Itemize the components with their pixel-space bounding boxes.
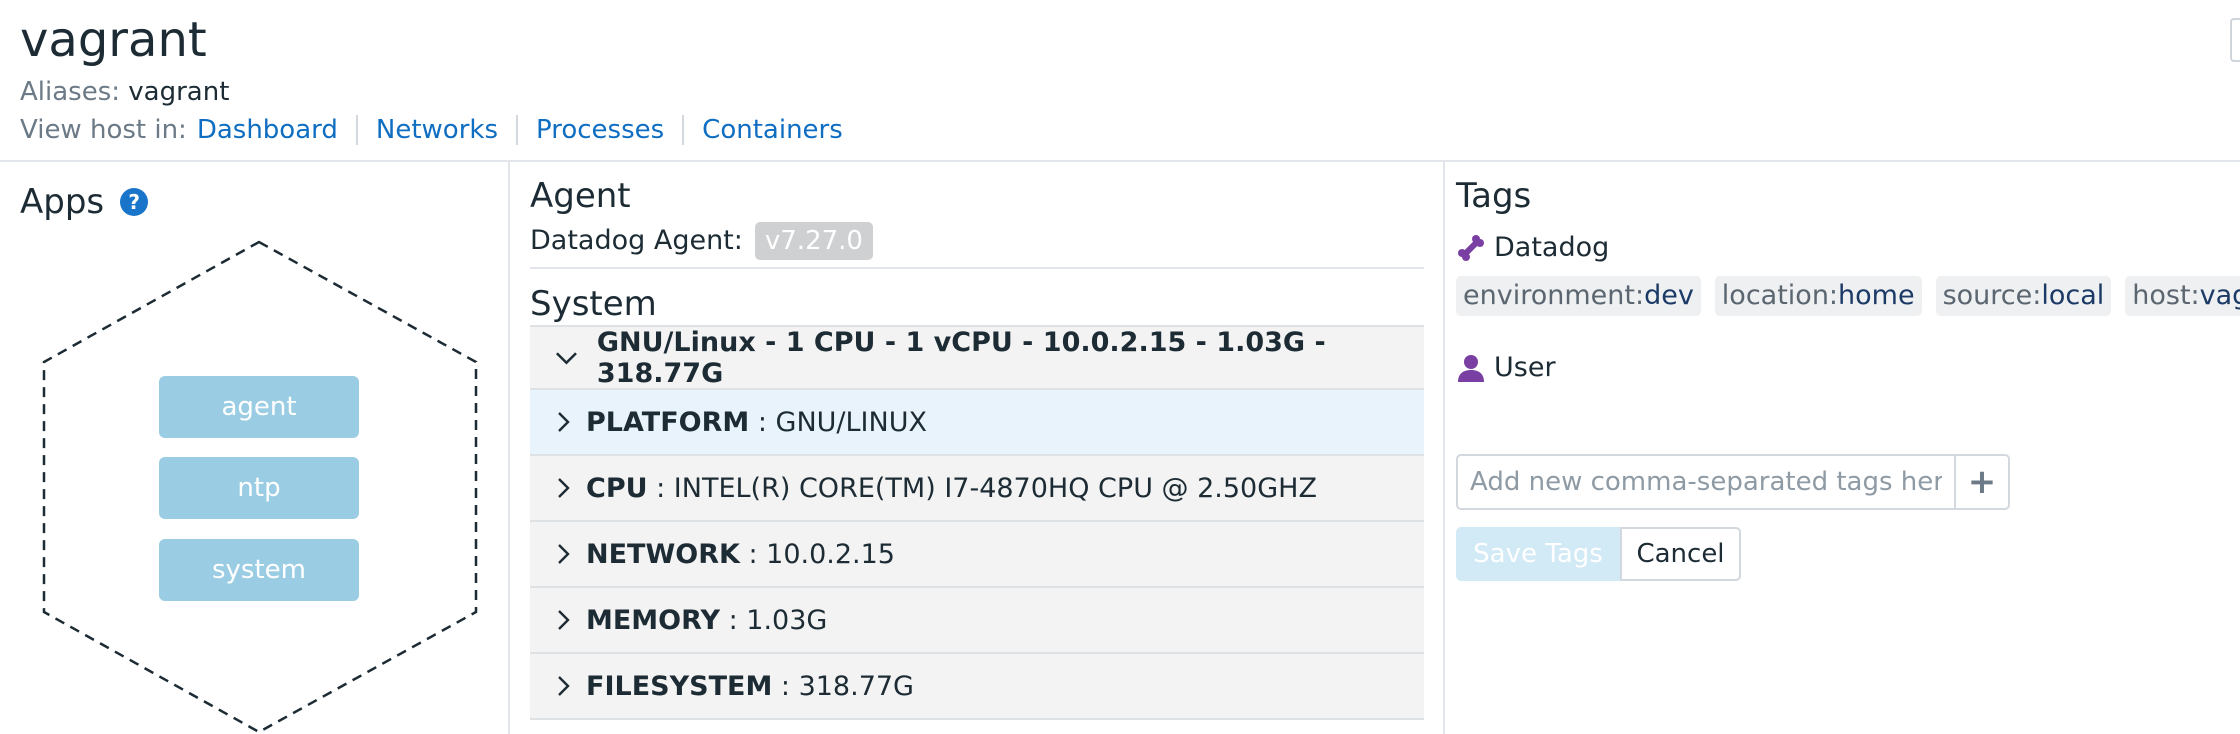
chevron-right-icon (558, 412, 570, 432)
tag-chip[interactable]: location:home (1714, 276, 1922, 316)
chevron-right-icon (558, 478, 570, 498)
system-row-value: : 318.77G (772, 670, 914, 702)
link-divider (682, 115, 685, 145)
agent-label: Datadog Agent: (530, 225, 743, 256)
containers-link[interactable]: Containers (702, 112, 843, 148)
system-row-filesystem[interactable]: FILESYSTEM : 318.77G (530, 654, 1424, 720)
chevron-right-icon (558, 610, 570, 630)
tag-chip[interactable]: environment:dev (1456, 276, 1701, 316)
column-divider (1443, 161, 1445, 734)
aliases-line: Aliases: vagrant (20, 74, 229, 110)
system-title: System (530, 284, 657, 324)
tag-group-label: User (1494, 352, 1556, 383)
system-row-value: : 10.0.2.15 (739, 538, 895, 570)
tag-value: dev (1644, 280, 1694, 311)
system-row-memory[interactable]: MEMORY : 1.03G (530, 588, 1424, 654)
system-row-key: MEMORY (586, 604, 720, 636)
link-divider (355, 115, 358, 145)
tag-key: environment: (1463, 280, 1645, 311)
divider (530, 267, 1424, 269)
system-row-key: CPU (586, 472, 648, 504)
save-tags-button[interactable]: Save Tags (1456, 527, 1620, 581)
system-row-value: : GNU/LINUX (749, 406, 927, 438)
tag-group-label: Datadog (1494, 232, 1610, 263)
system-row-value: : INTEL(R) CORE(TM) I7-4870HQ CPU @ 2.50… (647, 472, 1317, 504)
tag-chip[interactable]: host:vagrant (2125, 276, 2240, 316)
tag-key: host: (2132, 280, 2200, 311)
chevron-down-icon (555, 351, 577, 365)
tag-chips: environment:dev location:home source:loc… (1456, 276, 2240, 316)
processes-link[interactable]: Processes (536, 112, 664, 148)
bone-icon (1458, 235, 1484, 261)
tag-group-user: User (1456, 350, 1556, 386)
view-in-label: View host in: (20, 115, 187, 145)
link-divider (516, 115, 518, 145)
system-row-value: : 1.03G (720, 604, 828, 636)
system-row-cpu[interactable]: CPU : INTEL(R) CORE(TM) I7-4870HQ CPU @ … (530, 456, 1424, 522)
chevron-right-icon (558, 544, 570, 564)
agent-version-line: Datadog Agent: v7.27.0 (530, 222, 873, 260)
system-row-key: NETWORK (586, 538, 740, 570)
chevron-right-icon (558, 676, 570, 696)
tags-title: Tags (1456, 176, 1532, 216)
new-tags-input[interactable] (1456, 454, 1956, 510)
system-summary-text: GNU/Linux - 1 CPU - 1 vCPU - 10.0.2.15 -… (596, 326, 1326, 389)
agent-title: Agent (530, 176, 631, 216)
user-icon (1458, 355, 1484, 382)
agent-version-badge: v7.27.0 (754, 222, 873, 260)
tag-value: local (2041, 280, 2105, 311)
tag-value: vagrant (2199, 280, 2240, 311)
aliases-value: vagrant (128, 77, 230, 107)
add-tag-button[interactable]: + (1954, 454, 2010, 510)
host-title: vagrant (20, 12, 207, 68)
networks-link[interactable]: Networks (376, 112, 498, 148)
apps-title: Apps ? (20, 180, 149, 224)
cancel-button[interactable]: Cancel (1620, 527, 1741, 581)
app-pill-ntp[interactable]: ntp (159, 457, 359, 519)
system-row-key: FILESYSTEM (586, 670, 773, 702)
tag-key: source: (1942, 280, 2042, 311)
system-row-platform[interactable]: PLATFORM : GNU/LINUX (530, 390, 1424, 456)
question-circle-icon[interactable]: ? (120, 188, 149, 216)
column-divider (508, 161, 510, 734)
clipped-button[interactable] (2230, 18, 2240, 62)
system-summary-toggle[interactable]: GNU/Linux - 1 CPU - 1 vCPU - 10.0.2.15 -… (530, 325, 1424, 390)
aliases-label: Aliases: (20, 77, 121, 107)
apps-title-text: Apps (20, 182, 105, 222)
system-row-key: PLATFORM (586, 406, 750, 438)
app-pill-system[interactable]: system (159, 539, 359, 601)
view-host-in: View host in: Dashboard Networks Process… (20, 112, 843, 148)
tag-chip[interactable]: source:local (1935, 276, 2112, 316)
system-row-network[interactable]: NETWORK : 10.0.2.15 (530, 522, 1424, 588)
dashboard-link[interactable]: Dashboard (197, 112, 338, 148)
tag-value: home (1838, 280, 1915, 311)
app-pill-agent[interactable]: agent (159, 376, 359, 438)
host-header: vagrant Aliases: vagrant View host in: D… (0, 0, 2240, 162)
tag-group-datadog: Datadog (1456, 230, 1609, 266)
tag-key: location: (1721, 280, 1839, 311)
